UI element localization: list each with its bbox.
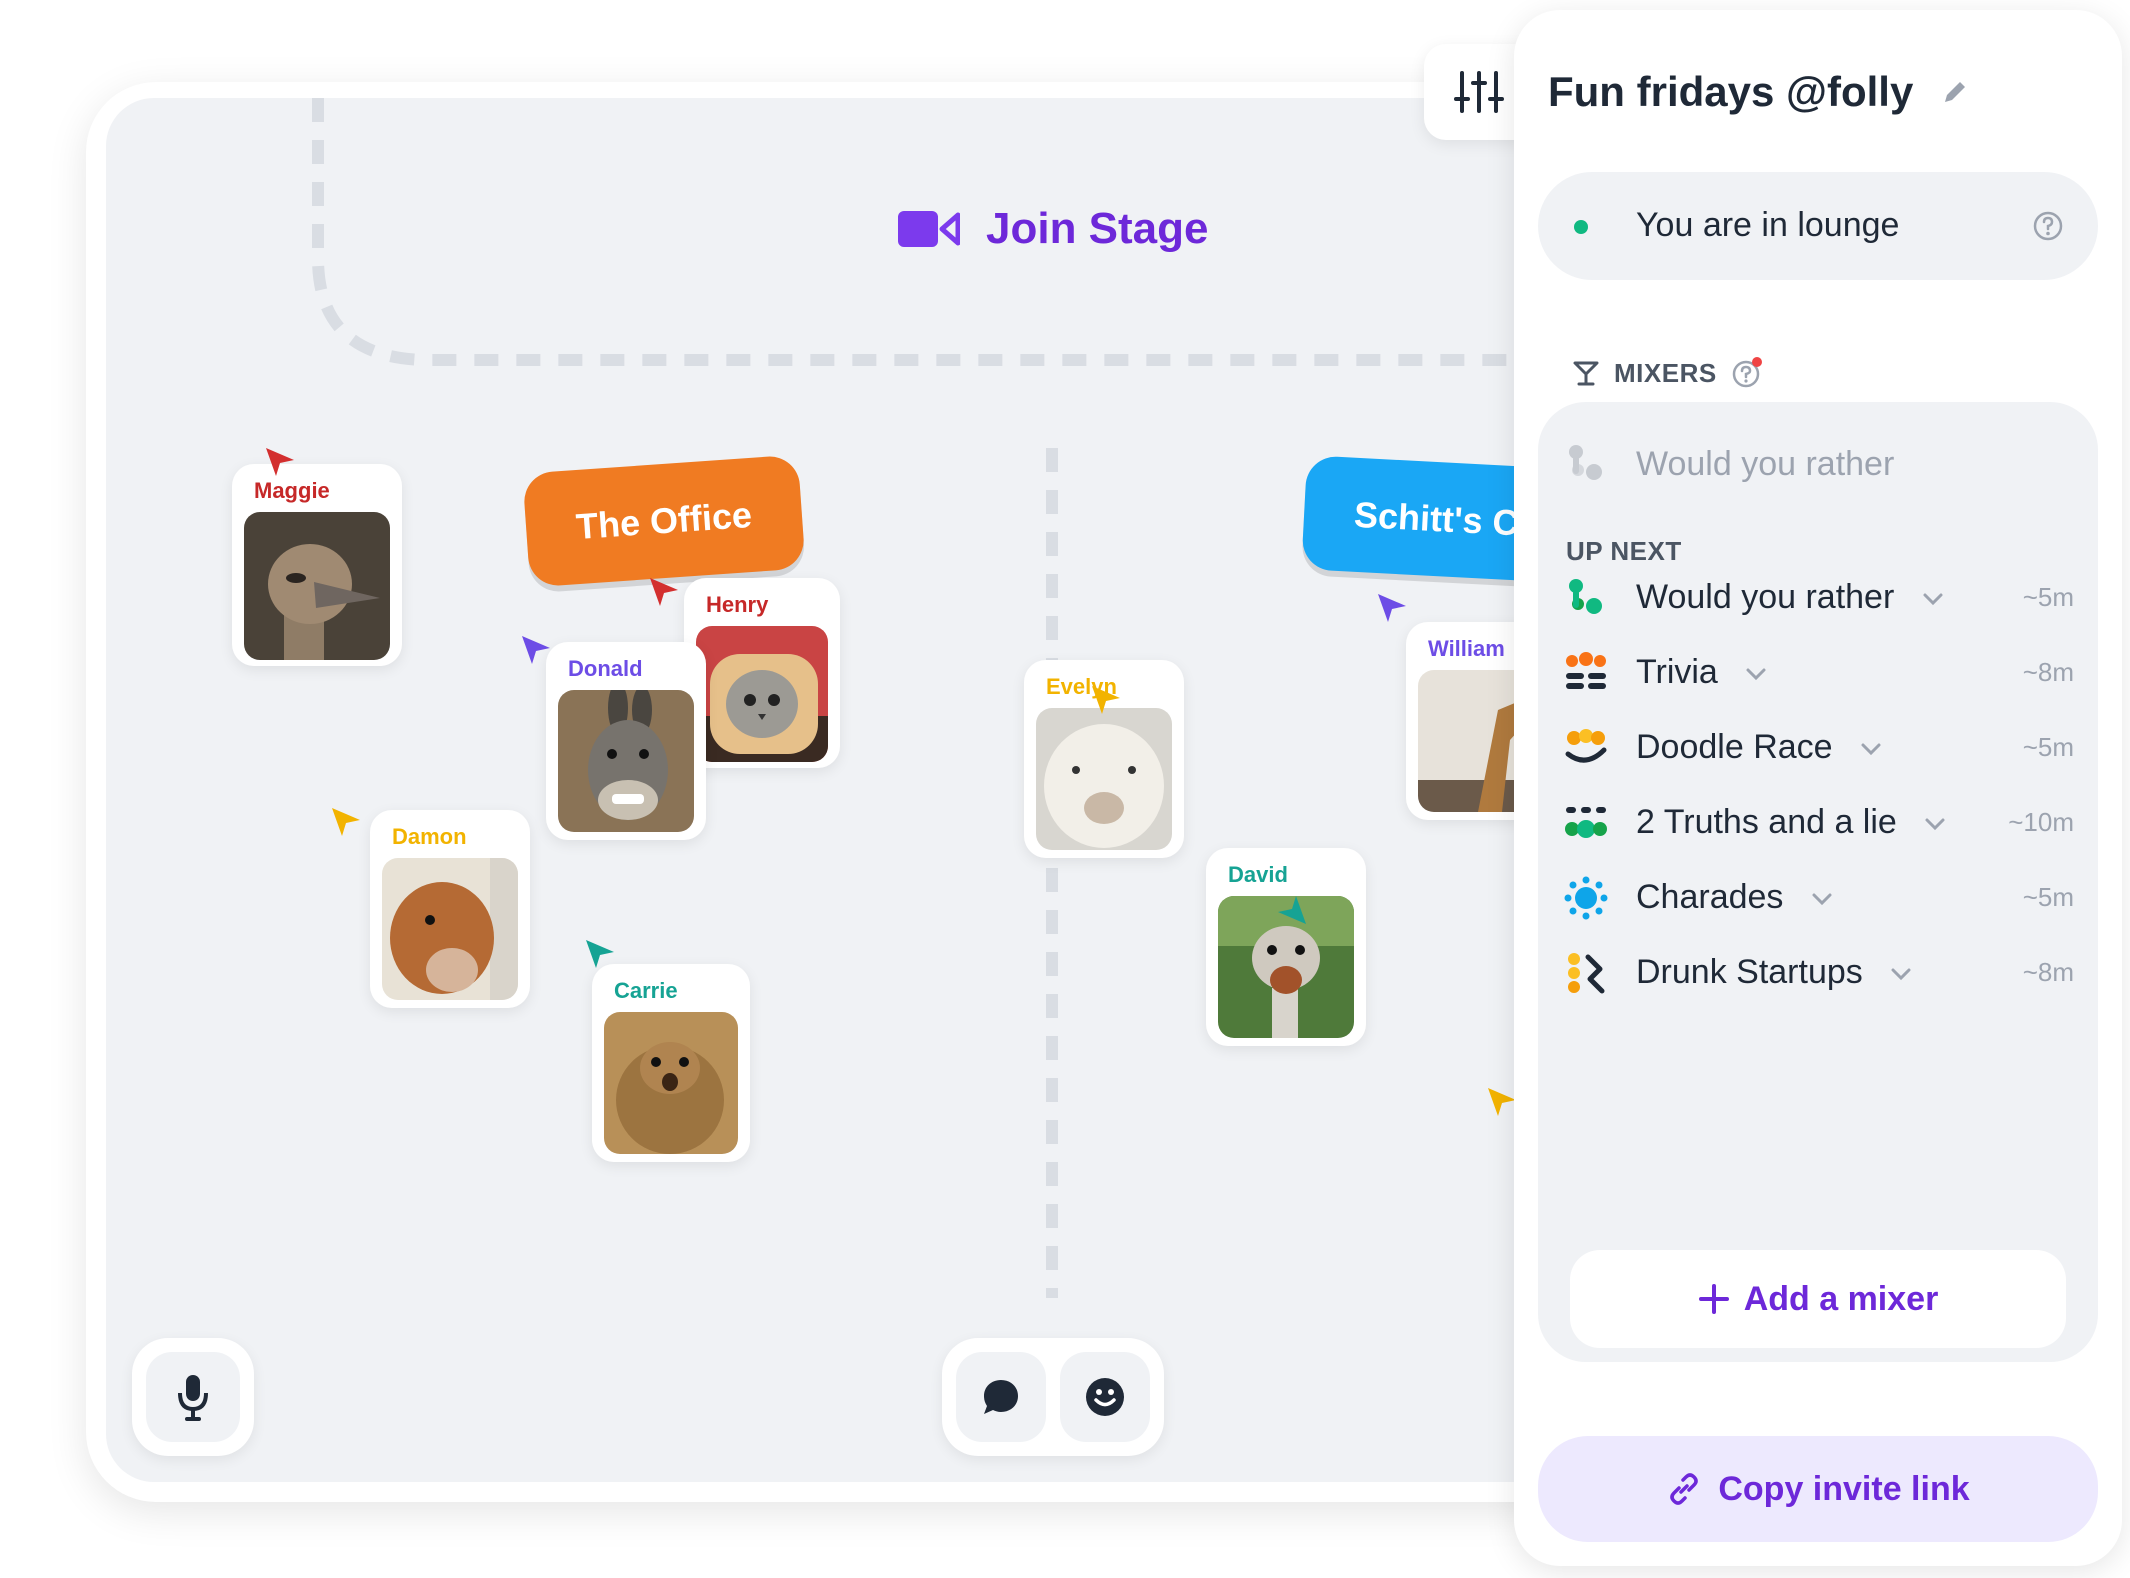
goat-avatar	[382, 858, 518, 1000]
chevron-down-icon[interactable]	[1811, 892, 1833, 906]
participant-donald[interactable]: Donald	[546, 642, 706, 840]
room-label-the-office[interactable]: The Office	[522, 454, 806, 588]
mixers-heading: MIXERS	[1572, 356, 1765, 390]
mixer-item-doodle-race[interactable]: Doodle Race ~5m	[1564, 718, 2074, 778]
mixer-duration: ~8m	[2022, 957, 2074, 987]
cursor-henry	[650, 578, 678, 606]
mixer-duration: ~8m	[2022, 657, 2074, 687]
mixer-name: Would you rather	[1636, 578, 1895, 616]
mixer-duration: ~10m	[2008, 807, 2074, 837]
mixer-duration: ~5m	[2022, 732, 2074, 762]
mixers-heading-label: MIXERS	[1614, 357, 1717, 388]
participant-name: Donald	[568, 656, 643, 681]
participant-maggie[interactable]: Maggie	[232, 464, 402, 666]
current-mixer[interactable]: Would you rather	[1564, 442, 1894, 486]
video-camera-icon	[898, 211, 960, 247]
charades-icon	[1564, 876, 1608, 920]
mixer-item-drunk-startups[interactable]: Drunk Startups ~8m	[1564, 943, 2074, 1003]
two-truths-icon	[1565, 807, 1607, 838]
mixer-item-two-truths[interactable]: 2 Truths and a lie ~10m	[1564, 793, 2074, 853]
doodle-race-icon	[1565, 729, 1607, 763]
would-you-rather-icon	[1569, 579, 1602, 614]
sliders-icon	[1454, 71, 1504, 113]
event-title: Fun fridays @folly	[1548, 68, 1969, 116]
mixers-list: Would you rather UP NEXT Would you rathe…	[1538, 402, 2098, 1362]
mixer-item-trivia[interactable]: Trivia ~8m	[1564, 643, 2074, 703]
mixer-name: Charades	[1636, 878, 1784, 916]
event-title-text: Fun fridays @folly	[1548, 68, 1914, 115]
chat-reaction-controls	[942, 1338, 1164, 1456]
mixer-duration: ~5m	[2022, 882, 2074, 912]
chat-button[interactable]	[956, 1352, 1046, 1442]
participant-carrie[interactable]: Carrie	[592, 964, 750, 1162]
chat-bubble-icon	[984, 1380, 1018, 1414]
join-stage-label: Join Stage	[986, 204, 1209, 253]
cursor-donald	[522, 636, 550, 664]
mixer-name: Trivia	[1636, 653, 1718, 691]
help-circle-icon[interactable]	[1731, 356, 1765, 390]
cursor-carrie	[586, 940, 614, 968]
mixer-item-would-you-rather[interactable]: Would you rather ~5m	[1564, 568, 2074, 628]
chevron-down-icon[interactable]	[1890, 967, 1912, 981]
ostrich-avatar	[244, 512, 390, 660]
mic-button[interactable]	[146, 1352, 240, 1442]
cocktail-glass-icon	[1573, 361, 1599, 386]
cursor-damon	[332, 808, 360, 836]
pencil-icon[interactable]	[1941, 78, 1969, 106]
microphone-icon	[178, 1375, 208, 1421]
alpaca-avatar	[1036, 708, 1172, 850]
cursor-evelyn	[1092, 686, 1120, 714]
participant-henry[interactable]: Henry	[684, 578, 840, 768]
participant-name: Maggie	[254, 478, 330, 503]
copy-invite-button[interactable]: Copy invite link	[1538, 1436, 2098, 1542]
donkey-avatar	[558, 690, 694, 832]
lounge-status-text: You are in lounge	[1636, 206, 1900, 244]
online-dot	[1574, 220, 1588, 234]
mixer-item-charades[interactable]: Charades ~5m	[1564, 868, 2074, 928]
up-next-label: UP NEXT	[1566, 536, 1682, 566]
mixer-name: Doodle Race	[1636, 728, 1833, 766]
prairie-dog-avatar	[604, 1012, 738, 1154]
chevron-down-icon[interactable]	[1860, 742, 1882, 756]
participant-name: Damon	[392, 824, 467, 849]
emoji-button[interactable]	[1060, 1352, 1150, 1442]
participant-name: Henry	[706, 592, 769, 617]
cursor-maggie	[266, 448, 294, 476]
join-stage-button[interactable]: Join Stage	[898, 194, 1209, 264]
plus-icon	[1698, 1284, 1729, 1314]
add-mixer-label: Add a mixer	[1743, 1279, 1939, 1318]
chevron-down-icon[interactable]	[1745, 667, 1767, 681]
mic-control	[132, 1338, 254, 1456]
smiley-icon	[1086, 1378, 1124, 1416]
drunk-startups-icon	[1568, 953, 1605, 994]
link-icon	[1670, 1473, 1699, 1505]
current-mixer-label: Would you rather	[1636, 444, 1895, 483]
add-mixer-button[interactable]: Add a mixer	[1570, 1250, 2066, 1348]
chevron-down-icon[interactable]	[1924, 817, 1946, 831]
stage-canvas[interactable]: Join Stage The Office Schitt's Creek Hen…	[106, 98, 1666, 1482]
cursor-david	[1278, 896, 1306, 924]
would-you-rather-icon	[1569, 445, 1602, 480]
participant-damon[interactable]: Damon	[370, 810, 530, 1008]
trivia-icon	[1566, 652, 1606, 689]
cat-avatar	[696, 626, 828, 762]
participant-name: David	[1228, 862, 1288, 887]
participant-name: Carrie	[614, 978, 678, 1003]
participant-david[interactable]: David	[1206, 848, 1366, 1046]
chevron-down-icon[interactable]	[1922, 592, 1944, 606]
mixer-name: 2 Truths and a lie	[1636, 803, 1897, 841]
cursor-william	[1378, 594, 1406, 622]
copy-invite-label: Copy invite link	[1718, 1469, 1970, 1508]
side-panel: Fun fridays @folly You are in lounge MIX…	[1514, 10, 2122, 1566]
mixer-duration: ~5m	[2022, 582, 2074, 612]
lounge-status: You are in lounge	[1538, 172, 2098, 280]
mixer-name: Drunk Startups	[1636, 953, 1863, 991]
help-circle-icon[interactable]	[2032, 210, 2064, 242]
